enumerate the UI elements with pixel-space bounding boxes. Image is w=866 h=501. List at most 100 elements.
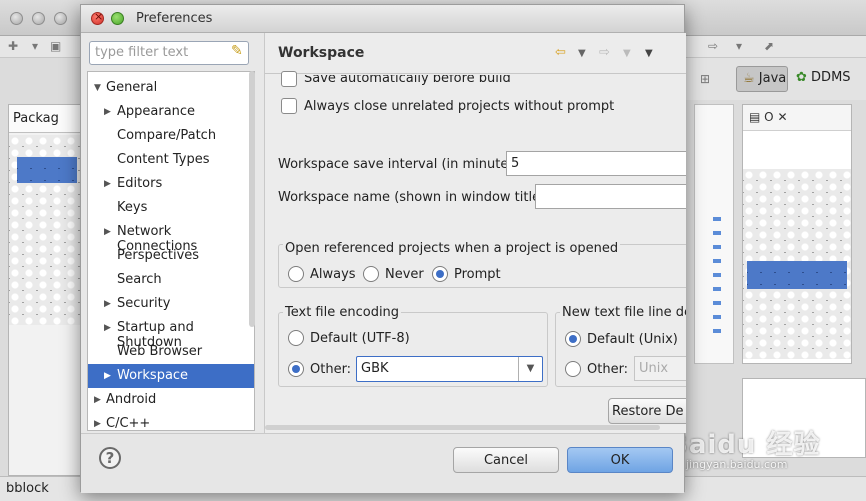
encoding-combo[interactable]: GBK ▼ [356, 356, 543, 382]
forward-icon[interactable]: ⇨ [599, 45, 610, 60]
mosaic-highlight [17, 157, 77, 183]
collapsed-arrow-icon[interactable]: ▶ [104, 323, 111, 333]
collapsed-arrow-icon[interactable]: ▶ [104, 227, 111, 237]
tree-item-label: Workspace [117, 368, 189, 383]
cancel-button[interactable]: Cancel [453, 447, 559, 473]
tree-item-android[interactable]: ▶ Android [88, 388, 254, 412]
save-interval-label: Workspace save interval (in minutes): [278, 157, 525, 172]
ruler-mark [713, 273, 721, 277]
help-icon[interactable]: ? [99, 447, 121, 469]
new-icon[interactable]: ✚ [8, 39, 18, 53]
pin-icon[interactable]: ⬈ [764, 39, 774, 53]
preferences-tree: ▼ General ▶ Appearance Compare/Patch Con… [87, 71, 255, 431]
dialog-title: Preferences [136, 11, 213, 26]
tree-item-content-types[interactable]: Content Types [88, 148, 254, 172]
restore-defaults-button[interactable]: Restore De [608, 398, 686, 424]
close-icon[interactable]: ✕ [777, 110, 787, 124]
line-delim-other-combo[interactable]: Unix [634, 356, 686, 381]
tree-item-general[interactable]: ▼ General [88, 76, 254, 100]
collapsed-arrow-icon[interactable]: ▶ [94, 395, 101, 405]
perspective-ddms-label: DDMS [811, 70, 851, 85]
tree-item-perspectives[interactable]: Perspectives [88, 244, 254, 268]
tree-item-label: Security [117, 296, 171, 311]
save-interval-input[interactable]: 5 [506, 151, 686, 176]
preferences-dialog: Preferences type filter text ✎ ▼ General… [80, 4, 686, 493]
tree-item-workspace[interactable]: ▶ Workspace [88, 364, 254, 388]
perspective-ddms-button[interactable]: ✿ DDMS [794, 66, 860, 92]
ruler-mark [713, 217, 721, 221]
tree-item-network-connections[interactable]: ▶ Network Connections [88, 220, 254, 254]
chevron-down-icon[interactable]: ▼ [518, 357, 542, 381]
back-menu-icon[interactable]: ▼ [578, 48, 586, 59]
line-delim-other-radio[interactable] [565, 361, 581, 377]
encoding-default-label: Default (UTF-8) [310, 331, 410, 346]
save-auto-checkbox[interactable] [281, 71, 297, 87]
view-menu-icon[interactable]: ▼ [645, 48, 653, 59]
save-icon[interactable]: ▣ [50, 39, 61, 53]
line-delim-default-label: Default (Unix) [587, 332, 678, 347]
window-close-icon[interactable] [10, 12, 23, 25]
tree-scrollbar[interactable] [249, 71, 255, 327]
expanded-arrow-icon[interactable]: ▼ [94, 83, 101, 93]
tree-item-search[interactable]: Search [88, 268, 254, 292]
line-delim-other-label: Other: [587, 362, 629, 377]
forward-menu-icon[interactable]: ▼ [623, 48, 631, 59]
open-ref-prompt-label: Prompt [454, 267, 501, 282]
encoding-default-radio[interactable] [288, 330, 304, 346]
outline-tab[interactable]: ▤ O ✕ [743, 105, 851, 131]
workspace-name-input[interactable] [535, 184, 686, 209]
dialog-zoom-icon[interactable] [111, 12, 124, 25]
tree-item-security[interactable]: ▶ Security [88, 292, 254, 316]
ruler-mark [713, 287, 721, 291]
dropdown-icon[interactable]: ▾ [736, 39, 742, 53]
tree-item-compare-patch[interactable]: Compare/Patch [88, 124, 254, 148]
package-explorer-tab[interactable]: Packag [9, 105, 83, 133]
ruler-mark [713, 245, 721, 249]
filter-input[interactable]: type filter text [89, 41, 249, 65]
tree-item-startup-shutdown[interactable]: ▶ Startup and Shutdown [88, 316, 254, 350]
open-ref-always-radio[interactable] [288, 266, 304, 282]
tree-item-label: Perspectives [117, 248, 200, 263]
clear-filter-icon[interactable]: ✎ [231, 43, 243, 59]
back-icon[interactable]: ⇦ [555, 45, 566, 60]
status-text: bblock [6, 481, 49, 496]
collapsed-arrow-icon[interactable]: ▶ [104, 371, 111, 381]
outline-icon: ▤ [749, 110, 761, 124]
tree-item-web-browser[interactable]: Web Browser [88, 340, 254, 364]
always-close-checkbox[interactable] [281, 98, 297, 114]
watermark-url: jingyan.baidu.com [686, 458, 788, 471]
collapsed-arrow-icon[interactable]: ▶ [104, 299, 111, 309]
window-minimize-icon[interactable] [32, 12, 45, 25]
ruler-mark [713, 301, 721, 305]
open-ref-never-radio[interactable] [363, 266, 379, 282]
tree-item-editors[interactable]: ▶ Editors [88, 172, 254, 196]
tree-item-appearance[interactable]: ▶ Appearance [88, 100, 254, 124]
mosaic-highlight [747, 261, 847, 289]
page-horizontal-scrollbar[interactable] [265, 425, 660, 430]
dialog-titlebar: Preferences [81, 5, 684, 33]
open-ref-never-label: Never [385, 267, 424, 282]
encoding-other-radio[interactable] [288, 361, 304, 377]
dropdown-icon[interactable]: ▾ [32, 39, 38, 53]
watermark-logo: Baidu 经验 [668, 430, 821, 460]
dialog-close-icon[interactable] [91, 10, 104, 25]
collapsed-arrow-icon[interactable]: ▶ [104, 107, 111, 117]
collapsed-arrow-icon[interactable]: ▶ [104, 179, 111, 189]
tree-item-keys[interactable]: Keys [88, 196, 254, 220]
collapsed-arrow-icon[interactable]: ▶ [94, 419, 101, 429]
open-ref-prompt-radio[interactable] [432, 266, 448, 282]
outline-tab-label: O [764, 110, 774, 124]
ruler-mark [713, 259, 721, 263]
java-icon: ☕ [743, 71, 755, 86]
perspective-java-button[interactable]: ☕ Java [736, 66, 788, 92]
ok-button[interactable]: OK [567, 447, 673, 473]
open-perspective-icon[interactable]: ⊞ [700, 72, 710, 86]
line-delim-default-radio[interactable] [565, 331, 581, 347]
encoding-combo-value: GBK [361, 361, 389, 376]
outline-view: ▤ O ✕ [742, 104, 852, 364]
tree-item-cpp[interactable]: ▶ C/C++ [88, 412, 254, 430]
window-zoom-icon[interactable] [54, 12, 67, 25]
ruler-mark [713, 329, 721, 333]
forward-icon[interactable]: ⇨ [708, 39, 718, 53]
preference-page: Workspace ⇦ ▼ ⇨ ▼ ▼ Save automatically b… [264, 33, 686, 433]
